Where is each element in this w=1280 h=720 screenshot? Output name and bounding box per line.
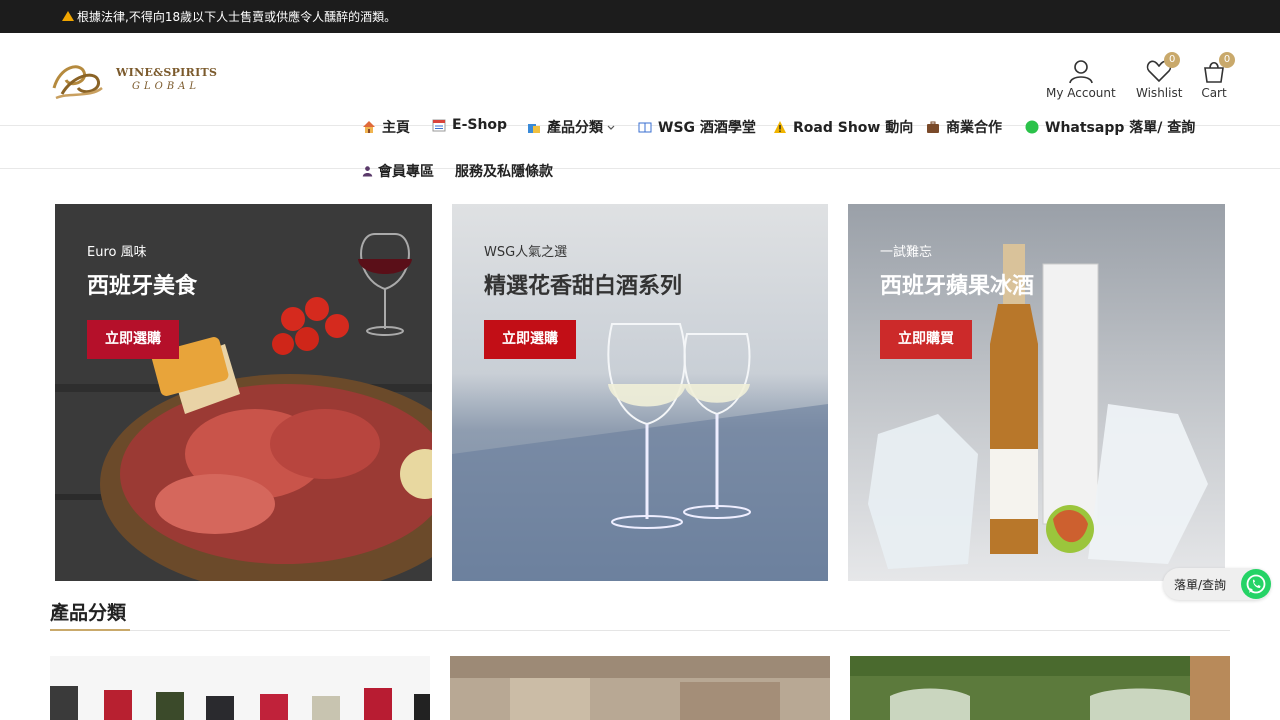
buy-now-button[interactable]: 立即選購 [87,320,179,359]
age-notice-text: 根據法律,不得向18歲以下人士售賣或供應令人醺醉的酒類。 [77,10,397,24]
logo-line-1: WINE&SPIRITS [116,66,218,79]
my-account-label: My Account [1046,86,1116,100]
buy-now-button[interactable]: 立即購買 [880,320,972,359]
whatsapp-order-button[interactable]: 落單/查詢 [1163,568,1271,600]
section-title-underline [50,629,130,631]
nav-item-business[interactable]: 商業合作 [926,117,1002,137]
nav-item-label: WSG 酒酒學堂 [658,120,756,136]
my-account-link[interactable]: My Account [1046,58,1116,100]
banner-subtitle: WSG人氣之選 [484,245,568,260]
category-card-wine-bottles[interactable] [50,656,430,720]
wishlist-link[interactable]: 0 Wishlist [1136,52,1183,100]
logo-swirl-icon [52,65,103,100]
age-notice-bar: 根據法律,不得向18歲以下人士售賣或供應令人醺醉的酒類。 [0,0,1280,33]
cart-count-badge: 0 [1219,52,1235,68]
ice-wine-bottle-image [848,204,1225,581]
spanish-food-image [55,204,432,581]
category-card-blurred[interactable] [450,656,830,720]
main-navigation: 主頁 E-Shop 產品分類 WSG 酒酒學堂 Road Show 動向 商業合… [0,103,1280,180]
nav-item-whatsapp[interactable]: Whatsapp 落單/ 查詢 [1025,117,1195,137]
banner-title: 西班牙美食 [87,274,198,299]
nav-item-label: 產品分類 [547,120,603,136]
nav-item-roadshow[interactable]: Road Show 動向 [773,117,913,137]
home-icon [363,121,375,133]
logo-text: WINE&SPIRITS GLOBAL [116,66,217,94]
nav-item-categories[interactable]: 產品分類 [527,117,616,137]
banner-spanish-food[interactable]: Euro 風味 西班牙美食 立即選購 [55,204,432,581]
whatsapp-phone-icon [1243,571,1269,597]
category-card-pouring-wine[interactable] [850,656,1230,720]
banner-title: 精選花香甜白酒系列 [484,274,683,299]
logo-line-2: GLOBAL [132,81,201,92]
nav-item-label: E-Shop [452,117,508,133]
banner-title: 西班牙蘋果冰酒 [880,274,1035,299]
wine-bottles-image [50,656,430,720]
banner-apple-ice-wine[interactable]: 一試難忘 西班牙蘋果冰酒 立即購買 [848,204,1225,581]
chevron-down-icon [607,125,615,130]
white-wine-glasses-image [452,204,828,581]
shopping-bag-icon [528,124,540,133]
wishlist-label: Wishlist [1136,86,1183,100]
briefcase-icon [927,121,939,133]
site-logo[interactable]: WINE&SPIRITS GLOBAL [50,57,230,103]
nav-item-label: 商業合作 [946,120,1002,136]
nav-item-label: Whatsapp 落單/ 查詢 [1045,120,1196,136]
cart-link[interactable]: 0 Cart [1201,52,1235,100]
calendar-icon [432,119,446,132]
nav-item-label: 服務及私隱條款 [455,164,553,180]
whatsapp-icon [1241,569,1271,599]
nav-item-terms[interactable]: 服務及私隱條款 [455,161,553,181]
book-icon [638,122,652,133]
nav-item-label: Road Show 動向 [793,120,914,136]
nav-item-eshop[interactable]: E-Shop [432,117,507,133]
nav-item-members[interactable]: 會員專區 [362,161,434,181]
buy-now-button[interactable]: 立即選購 [484,320,576,359]
banner-white-wine[interactable]: WSG人氣之選 精選花香甜白酒系列 立即選購 [452,204,828,581]
category-blurred-image [450,656,830,720]
nav-item-home[interactable]: 主頁 [362,117,410,137]
person-icon [362,166,373,177]
warning-icon [62,10,74,21]
section-title-categories: 產品分類 [50,602,127,624]
whatsapp-order-label: 落單/查詢 [1174,577,1227,592]
warning-icon [774,121,786,133]
pouring-wine-image [850,656,1230,720]
nav-item-label: 主頁 [382,120,410,136]
banner-subtitle: 一試難忘 [880,245,933,260]
banner-subtitle: Euro 風味 [87,245,147,260]
user-icon [1069,60,1093,84]
nav-item-academy[interactable]: WSG 酒酒學堂 [638,117,756,137]
green-circle-icon [1025,120,1039,134]
wishlist-count-badge: 0 [1164,52,1181,68]
section-divider [50,630,1230,631]
cart-label: Cart [1201,86,1227,100]
nav-item-label: 會員專區 [378,164,434,180]
